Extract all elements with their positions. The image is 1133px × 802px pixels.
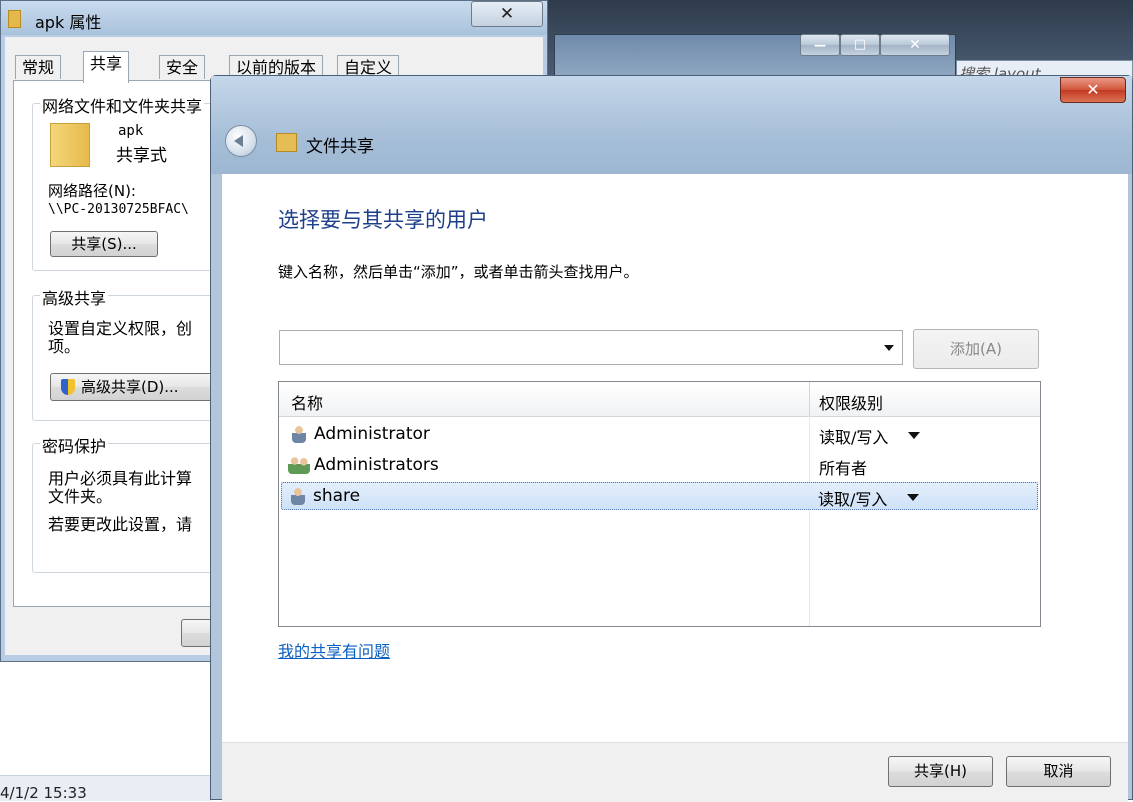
user-icon <box>292 425 306 443</box>
column-divider <box>809 382 810 416</box>
table-row[interactable]: Administrators 所有者 <box>280 450 1039 480</box>
back-button[interactable] <box>225 125 257 157</box>
permission-dropdown-icon[interactable] <box>907 494 919 501</box>
advanced-sharing-button[interactable]: 高级共享(D)... <box>50 373 220 401</box>
taskbar-strip: 4/1/2 15:33 <box>0 775 212 802</box>
tab-general[interactable]: 常规 <box>15 55 62 79</box>
chevron-down-icon[interactable] <box>884 345 894 351</box>
close-icon: ✕ <box>909 37 921 53</box>
password-desc-3: 若要更改此设置，请 <box>48 515 193 534</box>
add-button[interactable]: 添加(A) <box>913 329 1039 369</box>
tab-sharing-label: 共享 <box>90 54 123 73</box>
share-button[interactable]: 共享(S)... <box>50 231 158 257</box>
minimize-icon: — <box>814 38 826 52</box>
share-confirm-button[interactable]: 共享(H) <box>888 756 993 787</box>
back-arrow-icon <box>234 135 243 147</box>
permission-dropdown-icon[interactable] <box>908 432 920 439</box>
properties-title: apk 属性 <box>35 13 102 32</box>
password-desc-2: 文件夹。 <box>48 487 113 506</box>
password-protection-group-title: 密码保护 <box>40 433 109 457</box>
background-maximize-button[interactable]: □ <box>840 34 880 56</box>
properties-close-button[interactable]: ✕ <box>471 1 543 27</box>
cancel-button-label: 取消 <box>1043 762 1074 780</box>
tab-sharing[interactable]: 共享 <box>83 51 130 83</box>
background-close-button[interactable]: ✕ <box>880 34 950 56</box>
maximize-icon: □ <box>853 37 867 52</box>
properties-titlebar[interactable]: apk 属性 ✕ <box>1 1 547 35</box>
row-name: Administrators <box>314 455 439 475</box>
taskbar-datetime: 4/1/2 15:33 <box>0 784 87 802</box>
dialog-heading: 选择要与其共享的用户 <box>278 208 488 232</box>
row-name: Administrator <box>314 424 430 444</box>
row-permission: 所有者 <box>819 459 868 478</box>
dialog-close-button[interactable]: ✕ <box>1060 77 1126 103</box>
table-row-selected[interactable]: share 读取/写入 <box>281 482 1038 510</box>
dialog-footer: 共享(H) 取消 <box>222 742 1128 802</box>
tab-general-label: 常规 <box>22 58 55 77</box>
close-icon: ✕ <box>1086 80 1100 99</box>
network-sharing-group-title: 网络文件和文件夹共享 <box>40 93 205 117</box>
group-icon <box>288 456 310 474</box>
file-sharing-icon <box>276 133 297 152</box>
advanced-sharing-group-title: 高级共享 <box>40 285 109 309</box>
row-permission: 读取/写入 <box>819 428 889 447</box>
user-name-combobox[interactable] <box>279 330 903 365</box>
list-header: 名称 权限级别 <box>279 382 1040 417</box>
table-row[interactable]: Administrator 读取/写入 <box>280 419 1039 449</box>
add-button-label: 添加(A) <box>950 340 1002 358</box>
tab-security[interactable]: 安全 <box>159 55 206 79</box>
dialog-content: 选择要与其共享的用户 键入名称，然后单击“添加”，或者单击箭头查找用户。 添加(… <box>222 174 1128 742</box>
dialog-instruction: 键入名称，然后单击“添加”，或者单击箭头查找用户。 <box>278 263 639 281</box>
column-header-permission[interactable]: 权限级别 <box>819 390 883 414</box>
close-icon: ✕ <box>499 4 515 24</box>
file-sharing-dialog: ✕ 文件共享 选择要与其共享的用户 键入名称，然后单击“添加”，或者单击箭头查找… <box>210 75 1133 802</box>
advanced-sharing-desc-2: 项。 <box>48 337 81 356</box>
row-name: share <box>313 486 361 506</box>
row-permission: 读取/写入 <box>818 490 888 509</box>
background-window: — □ ✕ 搜索 layout <box>548 0 1133 80</box>
user-icon <box>291 487 305 505</box>
share-confirm-button-label: 共享(H) <box>914 762 967 780</box>
advanced-sharing-button-label: 高级共享(D)... <box>81 378 179 396</box>
network-path-label: 网络路径(N): <box>48 182 136 200</box>
column-header-name[interactable]: 名称 <box>291 390 323 414</box>
background-minimize-button[interactable]: — <box>800 34 840 56</box>
cancel-button[interactable]: 取消 <box>1006 756 1111 787</box>
folder-icon <box>8 10 21 28</box>
network-path-value: \\PC-20130725BFAC\ <box>48 202 189 217</box>
user-list[interactable]: 名称 权限级别 Administrator 读取/写入 Administrato… <box>278 381 1041 627</box>
tab-security-label: 安全 <box>166 58 199 77</box>
shared-folder-name: apk <box>118 123 144 139</box>
dialog-titlebar[interactable] <box>211 76 1132 174</box>
dialog-title: 文件共享 <box>306 137 374 157</box>
uac-shield-icon <box>61 379 75 395</box>
help-link[interactable]: 我的共享有问题 <box>278 638 390 662</box>
shared-folder-icon <box>50 123 90 167</box>
share-button-label: 共享(S)... <box>71 235 137 253</box>
share-state: 共享式 <box>116 146 167 166</box>
